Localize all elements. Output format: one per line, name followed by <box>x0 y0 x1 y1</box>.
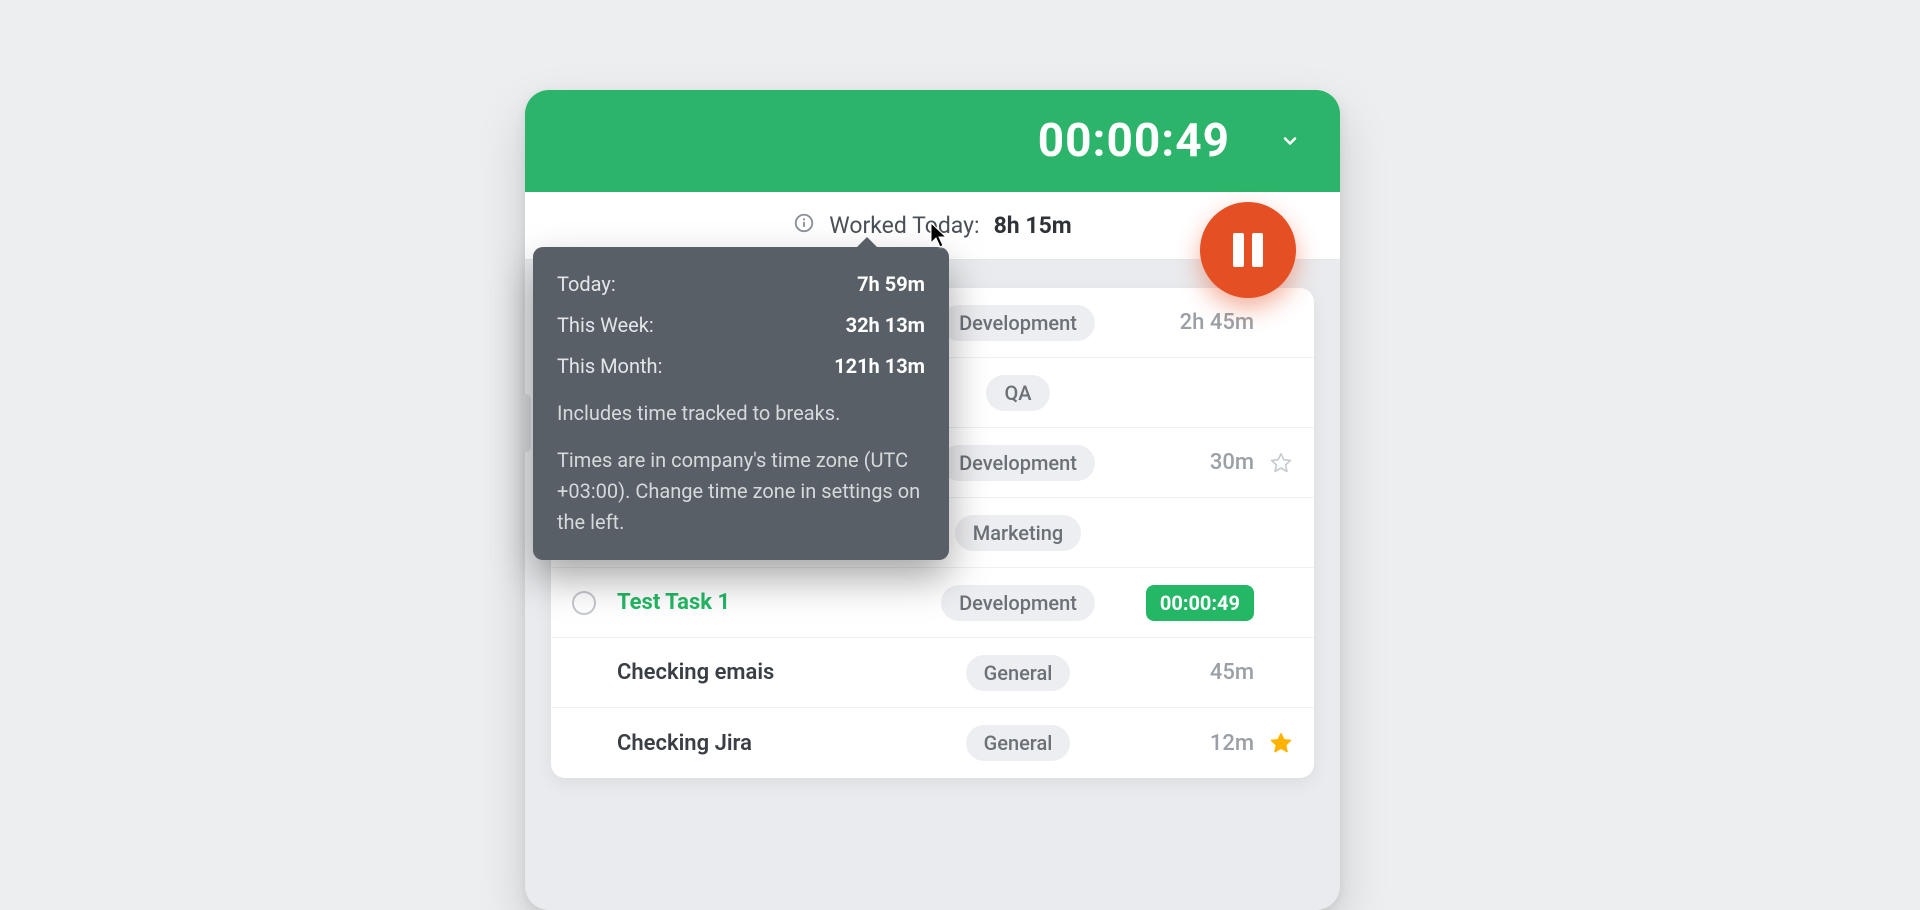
task-tag[interactable]: Development <box>941 585 1095 621</box>
task-tag-cell: Development <box>920 585 1116 621</box>
pause-icon <box>1233 233 1263 267</box>
task-title-text: Checking emais <box>617 660 774 685</box>
task-time: 12m <box>1116 731 1258 756</box>
task-time: 30m <box>1116 450 1258 475</box>
scrollbar-thumb[interactable] <box>521 394 531 452</box>
task-tag[interactable]: Marketing <box>955 515 1082 551</box>
task-time-badge: 00:00:49 <box>1146 585 1254 621</box>
timer-elapsed: 00:00:49 <box>1038 114 1230 168</box>
task-row[interactable]: Checking emais General 45m <box>551 638 1314 708</box>
tooltip-today-label: Today: <box>557 269 616 300</box>
task-time-text: 12m <box>1210 731 1254 756</box>
task-row[interactable]: Test Task 1 Development 00:00:49 <box>551 568 1314 638</box>
task-status-toggle <box>551 661 617 685</box>
tooltip-today-value: 7h 59m <box>857 269 925 300</box>
task-time: 45m <box>1116 660 1258 685</box>
task-tag-cell: QA <box>920 375 1116 411</box>
tooltip-week-value: 32h 13m <box>846 310 925 341</box>
chevron-down-icon[interactable] <box>1280 131 1300 151</box>
task-tag-cell: Development <box>920 305 1116 341</box>
task-status-toggle[interactable] <box>551 591 617 615</box>
tooltip-note-timezone: Times are in company's time zone (UTC +0… <box>557 445 925 538</box>
task-title[interactable]: Test Task 1 <box>617 590 920 615</box>
task-tag[interactable]: General <box>966 655 1071 691</box>
task-tag-cell: Development <box>920 445 1116 481</box>
task-tag[interactable]: General <box>966 725 1071 761</box>
task-title[interactable]: Checking Jira <box>617 731 920 756</box>
task-time-text: 45m <box>1210 660 1254 685</box>
task-title-text: Test Task 1 <box>617 590 730 615</box>
task-tag[interactable]: Development <box>941 445 1095 481</box>
task-tag[interactable]: QA <box>986 375 1049 411</box>
task-favorite-star[interactable] <box>1258 451 1304 475</box>
timer-bar: 00:00:49 <box>525 90 1340 192</box>
task-time-text: 2h 45m <box>1180 310 1254 335</box>
worked-today-tooltip: Today: 7h 59m This Week: 32h 13m This Mo… <box>533 247 949 560</box>
task-tag[interactable]: Development <box>941 305 1095 341</box>
worked-today-label: Worked Today: <box>829 212 979 239</box>
task-time-text: 30m <box>1210 450 1254 475</box>
task-time: 2h 45m <box>1116 310 1258 335</box>
tooltip-week-label: This Week: <box>557 310 654 341</box>
task-tag-cell: General <box>920 655 1116 691</box>
tooltip-month-label: This Month: <box>557 351 662 382</box>
task-time: 00:00:49 <box>1116 585 1258 621</box>
pause-button[interactable] <box>1200 202 1296 298</box>
task-status-toggle <box>551 731 617 755</box>
tooltip-note-breaks: Includes time tracked to breaks. <box>557 398 925 429</box>
task-favorite-star[interactable] <box>1258 731 1304 755</box>
tooltip-month-value: 121h 13m <box>834 351 925 382</box>
task-tag-cell: Marketing <box>920 515 1116 551</box>
task-title-text: Checking Jira <box>617 731 752 756</box>
task-title[interactable]: Checking emais <box>617 660 920 685</box>
info-icon[interactable] <box>793 212 815 240</box>
task-tag-cell: General <box>920 725 1116 761</box>
worked-today-value: 8h 15m <box>994 212 1072 239</box>
task-row[interactable]: Checking Jira General 12m <box>551 708 1314 778</box>
mouse-cursor-icon <box>930 222 948 248</box>
